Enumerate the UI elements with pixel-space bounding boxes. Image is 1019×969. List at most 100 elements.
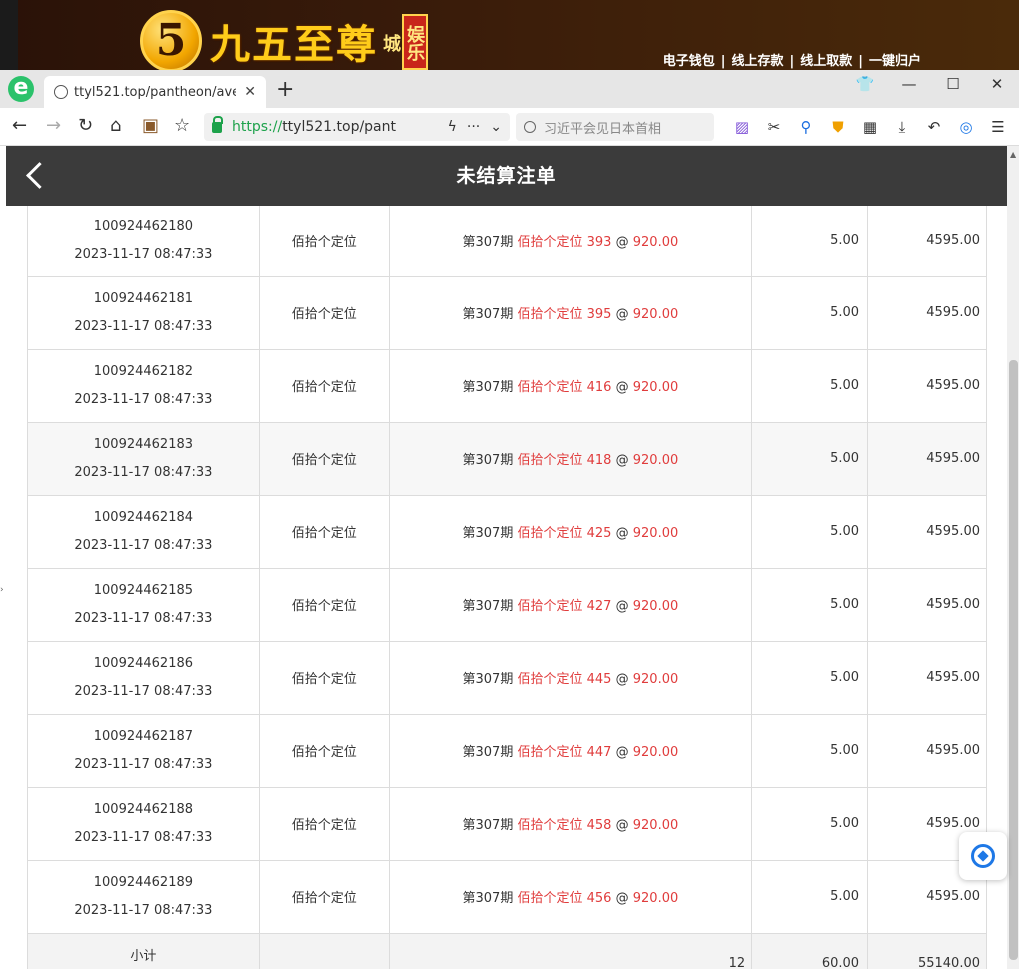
bet-at: @ bbox=[615, 380, 629, 395]
bet-id: 100924462187 bbox=[93, 728, 194, 744]
link-wallet[interactable]: 电子钱包 bbox=[663, 54, 715, 69]
bet-amount: 5.00 bbox=[751, 348, 869, 423]
lightning-icon[interactable]: ϟ bbox=[448, 119, 457, 135]
reload-icon[interactable]: ↻ bbox=[78, 116, 93, 136]
bet-odds: 920.00 bbox=[632, 380, 679, 395]
subtotal-amount: 60.00 bbox=[751, 932, 869, 969]
bet-odds: 920.00 bbox=[632, 235, 679, 251]
magnifier-icon[interactable]: ⚲ bbox=[790, 116, 822, 138]
forward-icon[interactable]: → bbox=[46, 116, 61, 136]
maximize-icon[interactable]: ☐ bbox=[931, 70, 975, 100]
bet-win: 4595.00 bbox=[867, 567, 987, 642]
bet-play: 佰拾个定位 bbox=[517, 745, 583, 760]
bet-type: 佰拾个定位 bbox=[258, 494, 390, 569]
logo-text: 九五至尊 bbox=[210, 21, 378, 68]
download-icon[interactable]: ⤓ bbox=[886, 116, 918, 138]
bet-amount: 5.00 bbox=[751, 494, 869, 569]
bet-period: 第307期 bbox=[462, 307, 514, 322]
logo-badge: 5 bbox=[140, 10, 202, 70]
bet-at: @ bbox=[615, 599, 629, 614]
apps-grid-icon[interactable]: ▦ bbox=[854, 116, 886, 138]
bet-period: 第307期 bbox=[462, 526, 514, 541]
bet-time: 2023-11-17 08:47:33 bbox=[74, 683, 213, 699]
briefcase-icon[interactable]: ▣ bbox=[142, 116, 159, 136]
link-transfer-all[interactable]: 一键归户 bbox=[869, 54, 921, 69]
shield-icon[interactable]: ⛊ bbox=[822, 116, 854, 138]
skin-icon[interactable]: 👕 bbox=[843, 70, 887, 100]
globe-icon bbox=[54, 85, 68, 99]
bet-id-cell: 100924462189 2023-11-17 08:47:33 bbox=[27, 859, 260, 934]
sync-icon[interactable]: ◎ bbox=[950, 116, 982, 138]
bet-type: 佰拾个定位 bbox=[258, 713, 390, 788]
table-row: 100924462181 2023-11-17 08:47:33 佰拾个定位 第307… bbox=[27, 275, 987, 350]
bet-at: @ bbox=[615, 235, 629, 251]
window-controls: 👕 — ☐ ✕ bbox=[843, 70, 1019, 100]
bet-at: @ bbox=[615, 818, 629, 833]
bet-at: @ bbox=[615, 672, 629, 687]
bet-type: 佰拾个定位 bbox=[258, 567, 390, 642]
bet-detail-cell: 第307期 佰拾个定位 427 @ 920.00 bbox=[388, 567, 753, 642]
bet-detail-cell: 第307期 佰拾个定位 395 @ 920.00 bbox=[388, 275, 753, 350]
bet-id: 100924462181 bbox=[93, 290, 194, 306]
link-separator: | bbox=[720, 54, 726, 69]
search-input[interactable]: 习近平会见日本首相 bbox=[516, 113, 714, 141]
search-placeholder: 习近平会见日本首相 bbox=[544, 121, 662, 137]
close-window-icon[interactable]: ✕ bbox=[975, 70, 1019, 100]
bet-play: 佰拾个定位 bbox=[517, 235, 583, 251]
bet-play: 佰拾个定位 bbox=[517, 672, 583, 687]
back-icon[interactable]: ← bbox=[12, 116, 27, 136]
subtotal-row: 小计 12 60.00 55140.00 bbox=[27, 932, 987, 969]
link-withdraw[interactable]: 线上取款 bbox=[800, 54, 852, 69]
browser-toolbar: ← → ↻ ⌂ ▣ ☆ https://ttyl521.top/pant ϟ ·… bbox=[0, 108, 1019, 146]
chevron-down-icon[interactable]: ⌄ bbox=[490, 119, 502, 135]
browser-tab[interactable]: ttyl521.top/pantheon/aveng ✕ bbox=[44, 76, 266, 108]
new-tab-icon[interactable]: + bbox=[276, 78, 294, 102]
favorites-icon[interactable]: ☆ bbox=[174, 116, 190, 136]
bet-odds: 920.00 bbox=[632, 745, 679, 760]
bet-time: 2023-11-17 08:47:33 bbox=[74, 464, 213, 480]
bet-id: 100924462188 bbox=[93, 801, 194, 817]
minimize-icon[interactable]: — bbox=[887, 70, 931, 100]
table-row: 100924462180 2023-11-17 08:47:33 佰拾个定位 第307… bbox=[27, 206, 987, 277]
bet-play: 佰拾个定位 bbox=[517, 453, 583, 468]
bet-detail-cell: 第307期 佰拾个定位 447 @ 920.00 bbox=[388, 713, 753, 788]
table-row: 100924462187 2023-11-17 08:47:33 佰拾个定位 第307… bbox=[27, 713, 987, 788]
tab-close-icon[interactable]: ✕ bbox=[244, 84, 256, 100]
bet-time: 2023-11-17 08:47:33 bbox=[74, 391, 213, 407]
tab-bar: e ttyl521.top/pantheon/aveng ✕ + 👕 — ☐ ✕ bbox=[0, 70, 1019, 108]
bet-play: 佰拾个定位 bbox=[517, 818, 583, 833]
scrollbar-thumb[interactable] bbox=[1009, 360, 1018, 960]
bet-detail-cell: 第307期 佰拾个定位 393 @ 920.00 bbox=[388, 206, 753, 277]
translate-icon[interactable]: ▨ bbox=[726, 116, 758, 138]
bet-win: 4595.00 bbox=[867, 713, 987, 788]
address-bar[interactable]: https://ttyl521.top/pant ϟ ··· ⌄ bbox=[204, 113, 510, 141]
bet-period: 第307期 bbox=[462, 891, 514, 906]
table-row: 100924462189 2023-11-17 08:47:33 佰拾个定位 第307… bbox=[27, 859, 987, 934]
bet-period: 第307期 bbox=[462, 745, 514, 760]
bet-id-cell: 100924462188 2023-11-17 08:47:33 bbox=[27, 786, 260, 861]
undo-icon[interactable]: ↶ bbox=[918, 116, 950, 138]
banner-left-strip bbox=[0, 0, 18, 70]
bet-time: 2023-11-17 08:47:33 bbox=[74, 246, 213, 262]
side-panel-toggle-icon[interactable]: › bbox=[0, 585, 4, 595]
bet-time: 2023-11-17 08:47:33 bbox=[74, 318, 213, 334]
floating-helper-button[interactable] bbox=[959, 832, 1007, 880]
link-deposit[interactable]: 线上存款 bbox=[731, 54, 783, 69]
bet-id-cell: 100924462180 2023-11-17 08:47:33 bbox=[27, 206, 260, 277]
home-icon[interactable]: ⌂ bbox=[110, 116, 121, 136]
more-icon[interactable]: ··· bbox=[467, 119, 480, 135]
bet-win: 4595.00 bbox=[867, 348, 987, 423]
page-content: 未结算注单 100924462180 2023-11-17 08:47:33 佰拾个… bbox=[6, 146, 1007, 969]
bet-id-cell: 100924462184 2023-11-17 08:47:33 bbox=[27, 494, 260, 569]
bet-id-cell: 100924462181 2023-11-17 08:47:33 bbox=[27, 275, 260, 350]
menu-icon[interactable]: ☰ bbox=[982, 116, 1014, 138]
bet-period: 第307期 bbox=[462, 380, 514, 395]
scroll-up-icon[interactable]: ▲ bbox=[1010, 150, 1016, 159]
bet-odds: 920.00 bbox=[632, 599, 679, 614]
bet-period: 第307期 bbox=[462, 453, 514, 468]
bet-amount: 5.00 bbox=[751, 859, 869, 934]
site-banner: 5 九五至尊 娱乐城 电子钱包 | 线上存款 | 线上取款 | 一键归户 bbox=[0, 0, 1019, 70]
bet-number: 425 bbox=[586, 526, 612, 541]
bet-play: 佰拾个定位 bbox=[517, 380, 583, 395]
scissors-icon[interactable]: ✂ bbox=[758, 116, 790, 138]
